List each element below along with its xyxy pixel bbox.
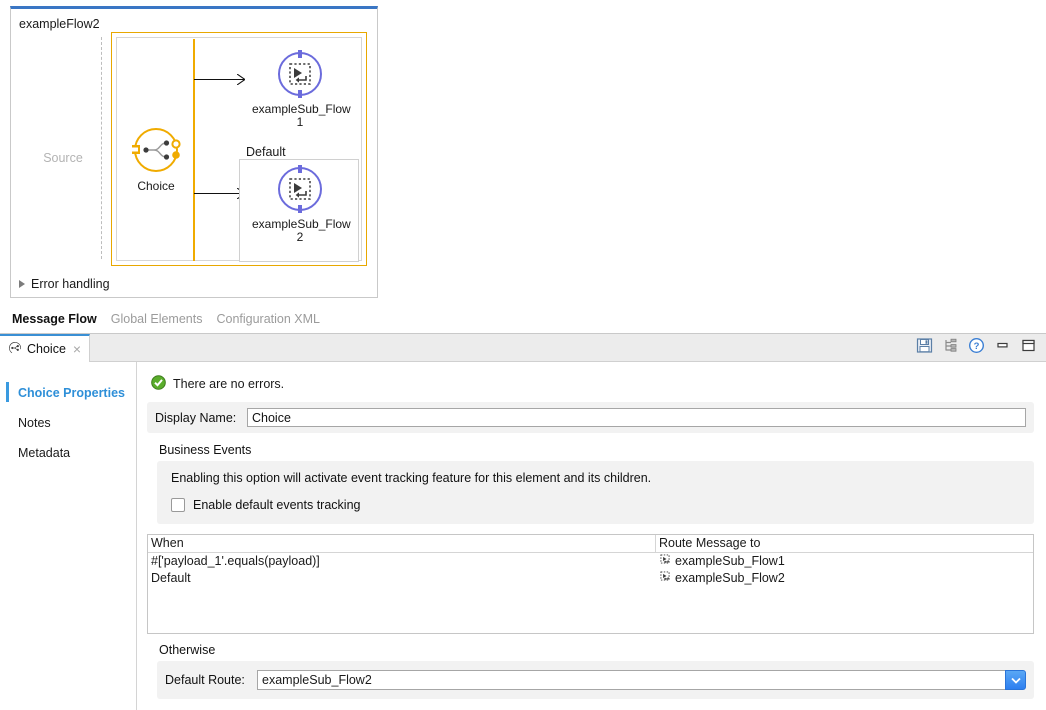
tab-message-flow[interactable]: Message Flow [12, 312, 97, 326]
success-check-icon [151, 375, 166, 393]
save-icon[interactable] [916, 337, 934, 355]
default-route-label: Default Route: [165, 673, 257, 687]
flow-reference-icon [275, 49, 325, 99]
subflow-node-2-label-line2: 2 [252, 231, 348, 244]
choice-branch-line [193, 39, 195, 261]
table-row[interactable]: Default exampleSub_Flow2 [148, 570, 1033, 587]
enable-events-tracking-checkbox[interactable] [171, 498, 185, 512]
route-when-value: #['payload_1'.equals(payload)] [148, 553, 656, 570]
column-header-route: Route Message to [656, 535, 1033, 552]
status-message: There are no errors. [173, 377, 284, 391]
subflow-node-1-label-line2: 1 [252, 116, 348, 129]
properties-tab-label: Choice [27, 342, 66, 356]
enable-events-tracking-row[interactable]: Enable default events tracking [171, 498, 1020, 512]
choice-icon [8, 341, 22, 358]
expand-arrow-icon[interactable] [19, 280, 25, 288]
route-target-value: exampleSub_Flow1 [675, 553, 785, 570]
error-handling-section[interactable]: Error handling [19, 277, 110, 291]
properties-panel: Choice × [0, 333, 1046, 710]
flow-title: exampleFlow2 [19, 17, 100, 31]
tab-global-elements[interactable]: Global Elements [111, 312, 203, 326]
choice-node-label: Choice [127, 180, 185, 193]
column-header-when: When [148, 535, 656, 552]
tab-configuration-xml[interactable]: Configuration XML [216, 312, 320, 326]
default-route-value[interactable]: exampleSub_Flow2 [257, 670, 1005, 690]
svg-text:?: ? [974, 341, 980, 352]
flow-reference-icon [659, 553, 671, 570]
properties-content: There are no errors. Display Name: Choic… [137, 362, 1046, 710]
source-divider [101, 37, 102, 259]
route-when-value: Default [148, 570, 656, 587]
flow-frame[interactable]: exampleFlow2 Source [10, 6, 378, 298]
business-events-description: Enabling this option will activate event… [171, 471, 1020, 485]
otherwise-label: Otherwise [145, 634, 1036, 661]
business-events-group: Enabling this option will activate event… [157, 461, 1034, 524]
properties-body: Choice Properties Notes Metadata There a… [0, 362, 1046, 710]
route-target-cell: exampleSub_Flow2 [656, 570, 1033, 587]
display-name-input[interactable]: Choice [247, 408, 1026, 427]
connector-arrow-2 [194, 188, 244, 200]
connector-arrow-1 [194, 74, 244, 86]
flow-reference-icon [275, 164, 325, 214]
routes-table-header: When Route Message to [148, 535, 1033, 553]
choice-node[interactable]: Choice [127, 124, 185, 193]
display-name-label: Display Name: [155, 411, 247, 425]
route-target-value: exampleSub_Flow2 [675, 570, 785, 587]
properties-toolbar: ? [916, 337, 1038, 355]
flow-canvas[interactable]: exampleFlow2 Source [0, 0, 1046, 305]
table-row[interactable]: #['payload_1'.equals(payload)] exampleSu… [148, 553, 1033, 570]
error-handling-label: Error handling [31, 277, 110, 291]
default-route-group-label: Default [243, 145, 289, 159]
properties-tab-bar: Choice × [0, 334, 1046, 362]
routes-table[interactable]: When Route Message to #['payload_1'.equa… [147, 534, 1034, 634]
nav-item-metadata[interactable]: Metadata [0, 438, 136, 468]
subflow-node-1[interactable]: exampleSub_Flow 1 [252, 49, 348, 129]
help-icon[interactable]: ? [968, 337, 986, 355]
choice-icon [130, 124, 182, 176]
route-target-cell: exampleSub_Flow1 [656, 553, 1033, 570]
enable-events-tracking-label: Enable default events tracking [193, 498, 360, 512]
business-events-label: Business Events [145, 443, 1036, 461]
default-route-combobox[interactable]: exampleSub_Flow2 [257, 670, 1026, 690]
display-name-row: Display Name: Choice [147, 402, 1034, 433]
source-placeholder[interactable]: Source [31, 151, 95, 165]
nav-item-notes[interactable]: Notes [0, 408, 136, 438]
hierarchy-icon[interactable] [942, 337, 960, 355]
subflow-node-2[interactable]: exampleSub_Flow 2 [252, 164, 348, 244]
properties-tab-choice[interactable]: Choice × [0, 334, 90, 362]
editor-tab-bar[interactable]: Message Flow Global Elements Configurati… [0, 305, 1046, 333]
properties-nav[interactable]: Choice Properties Notes Metadata [0, 362, 137, 710]
minimize-icon[interactable] [994, 337, 1012, 355]
status-row: There are no errors. [145, 372, 1036, 402]
nav-item-choice-properties[interactable]: Choice Properties [0, 378, 136, 408]
chevron-down-icon[interactable] [1005, 670, 1026, 690]
otherwise-group: Default Route: exampleSub_Flow2 [157, 661, 1034, 699]
maximize-icon[interactable] [1020, 337, 1038, 355]
close-icon[interactable]: × [71, 342, 81, 356]
flow-reference-icon [659, 570, 671, 587]
